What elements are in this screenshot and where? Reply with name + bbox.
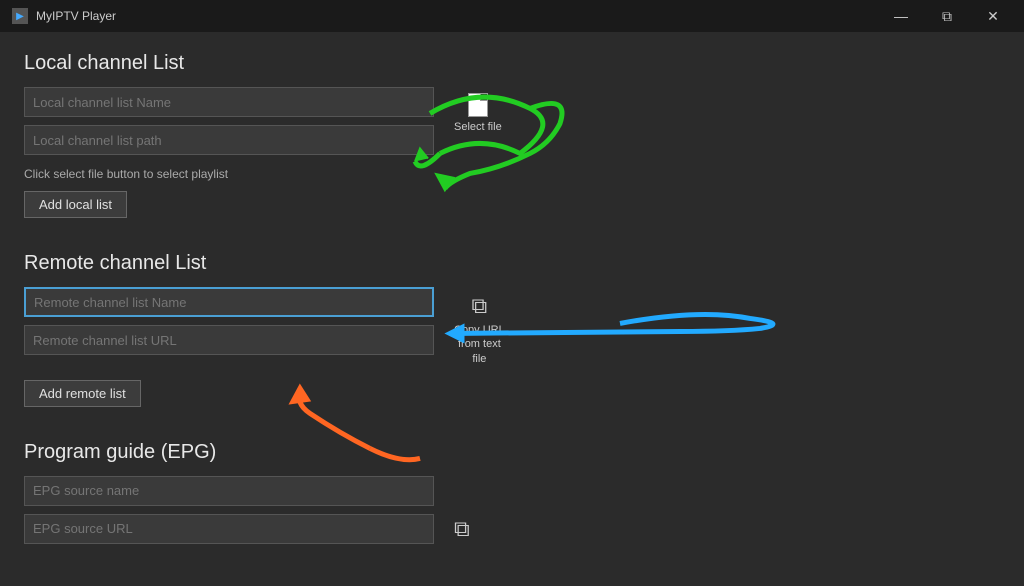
app-title: MyIPTV Player bbox=[36, 9, 116, 23]
window-controls: — ⧉ ✕ bbox=[878, 0, 1016, 32]
epg-url-input[interactable] bbox=[24, 514, 434, 544]
epg-section-title: Program guide (EPG) bbox=[24, 441, 1000, 464]
epg-section: Program guide (EPG) ⧉ bbox=[24, 441, 1000, 552]
local-inputs-row: Select file bbox=[24, 87, 1000, 163]
select-file-button[interactable]: Select file bbox=[450, 89, 506, 137]
add-remote-list-button[interactable]: Add remote list bbox=[24, 380, 141, 407]
epg-name-input[interactable] bbox=[24, 476, 434, 506]
remote-section: Remote channel List ⧉ Copy URL from text… bbox=[24, 252, 1000, 427]
minimize-button[interactable]: — bbox=[878, 0, 924, 32]
main-content: Local channel List Select file Click sel… bbox=[0, 32, 1024, 586]
add-local-list-button[interactable]: Add local list bbox=[24, 191, 127, 218]
file-icon bbox=[468, 93, 488, 117]
local-name-input[interactable] bbox=[24, 87, 434, 117]
restore-button[interactable]: ⧉ bbox=[924, 0, 970, 32]
remote-url-input[interactable] bbox=[24, 325, 434, 355]
local-hint: Click select file button to select playl… bbox=[24, 167, 1000, 181]
copy-url-label: Copy URL from text file bbox=[454, 323, 505, 366]
epg-copy-icon: ⧉ bbox=[454, 516, 470, 542]
local-path-input[interactable] bbox=[24, 125, 434, 155]
copy-url-button[interactable]: ⧉ Copy URL from text file bbox=[450, 289, 509, 370]
copy-url-col: ⧉ Copy URL from text file bbox=[450, 287, 509, 370]
remote-section-title: Remote channel List bbox=[24, 252, 1000, 275]
local-inputs-col bbox=[24, 87, 434, 163]
select-file-label: Select file bbox=[454, 121, 502, 133]
remote-inputs-row: ⧉ Copy URL from text file bbox=[24, 287, 1000, 370]
local-section-title: Local channel List bbox=[24, 52, 1000, 75]
epg-inputs-col bbox=[24, 476, 434, 552]
select-file-col: Select file bbox=[450, 87, 506, 137]
title-bar: ▶ MyIPTV Player — ⧉ ✕ bbox=[0, 0, 1024, 32]
remote-inputs-col bbox=[24, 287, 434, 363]
copy-icon: ⧉ bbox=[472, 293, 488, 319]
epg-copy-button[interactable]: ⧉ bbox=[450, 512, 474, 546]
remote-name-input[interactable] bbox=[24, 287, 434, 317]
title-bar-left: ▶ MyIPTV Player bbox=[12, 8, 116, 24]
epg-inputs-row: ⧉ bbox=[24, 476, 1000, 552]
app-icon: ▶ bbox=[12, 8, 28, 24]
close-button[interactable]: ✕ bbox=[970, 0, 1016, 32]
epg-file-col: ⧉ bbox=[450, 476, 474, 546]
local-section: Local channel List Select file Click sel… bbox=[24, 52, 1000, 238]
